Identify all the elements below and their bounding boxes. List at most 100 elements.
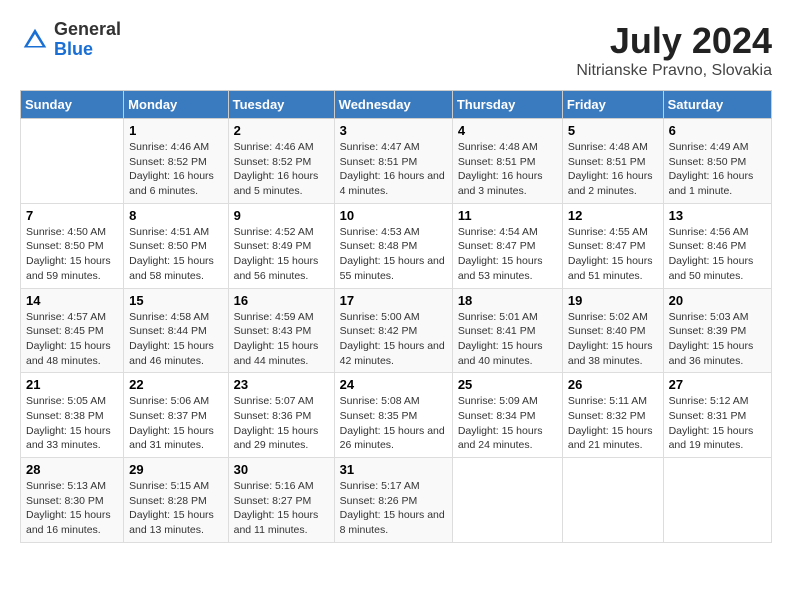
calendar-cell: 21 Sunrise: 5:05 AMSunset: 8:38 PMDayligh… — [21, 373, 124, 458]
day-number: 29 — [129, 462, 222, 477]
header-wednesday: Wednesday — [334, 91, 452, 119]
day-number: 28 — [26, 462, 118, 477]
day-number: 9 — [234, 208, 329, 223]
calendar-cell: 16 Sunrise: 4:59 AMSunset: 8:43 PMDayligh… — [228, 288, 334, 373]
logo: General Blue — [20, 20, 121, 60]
calendar-cell: 11 Sunrise: 4:54 AMSunset: 8:47 PMDayligh… — [452, 203, 562, 288]
day-detail: Sunrise: 5:00 AMSunset: 8:42 PMDaylight:… — [340, 310, 447, 369]
day-number: 30 — [234, 462, 329, 477]
day-detail: Sunrise: 4:54 AMSunset: 8:47 PMDaylight:… — [458, 225, 557, 284]
calendar-cell: 27Sunrise: 5:12 AMSunset: 8:31 PMDayligh… — [663, 373, 771, 458]
calendar-cell: 24Sunrise: 5:08 AMSunset: 8:35 PMDayligh… — [334, 373, 452, 458]
day-detail: Sunrise: 4:52 AMSunset: 8:49 PMDaylight:… — [234, 225, 329, 284]
header-tuesday: Tuesday — [228, 91, 334, 119]
header-saturday: Saturday — [663, 91, 771, 119]
day-number: 31 — [340, 462, 447, 477]
calendar-cell: 12 Sunrise: 4:55 AMSunset: 8:47 PMDayligh… — [562, 203, 663, 288]
day-number: 19 — [568, 293, 658, 308]
week-row-4: 21 Sunrise: 5:05 AMSunset: 8:38 PMDayligh… — [21, 373, 772, 458]
header-friday: Friday — [562, 91, 663, 119]
day-detail: Sunrise: 4:48 AMSunset: 8:51 PMDaylight:… — [568, 140, 658, 199]
calendar-cell: 2 Sunrise: 4:46 AMSunset: 8:52 PMDaylight… — [228, 119, 334, 204]
day-number: 5 — [568, 123, 658, 138]
page-header: General Blue July 2024 Nitrianske Pravno… — [20, 20, 772, 80]
day-number: 4 — [458, 123, 557, 138]
logo-general: General — [54, 19, 121, 39]
calendar-cell: 13Sunrise: 4:56 AMSunset: 8:46 PMDayligh… — [663, 203, 771, 288]
week-row-2: 7 Sunrise: 4:50 AMSunset: 8:50 PMDaylight… — [21, 203, 772, 288]
day-number: 22 — [129, 377, 222, 392]
calendar-cell: 14 Sunrise: 4:57 AMSunset: 8:45 PMDayligh… — [21, 288, 124, 373]
day-number: 14 — [26, 293, 118, 308]
calendar-subtitle: Nitrianske Pravno, Slovakia — [576, 62, 772, 80]
calendar-cell: 15 Sunrise: 4:58 AMSunset: 8:44 PMDayligh… — [124, 288, 228, 373]
day-detail: Sunrise: 4:50 AMSunset: 8:50 PMDaylight:… — [26, 225, 118, 284]
day-detail: Sunrise: 5:09 AMSunset: 8:34 PMDaylight:… — [458, 394, 557, 453]
day-number: 7 — [26, 208, 118, 223]
day-number: 20 — [669, 293, 766, 308]
day-detail: Sunrise: 5:11 AMSunset: 8:32 PMDaylight:… — [568, 394, 658, 453]
calendar-cell: 19Sunrise: 5:02 AMSunset: 8:40 PMDayligh… — [562, 288, 663, 373]
header-thursday: Thursday — [452, 91, 562, 119]
day-detail: Sunrise: 4:46 AMSunset: 8:52 PMDaylight:… — [129, 140, 222, 199]
day-number: 11 — [458, 208, 557, 223]
day-detail: Sunrise: 4:55 AMSunset: 8:47 PMDaylight:… — [568, 225, 658, 284]
day-detail: Sunrise: 4:48 AMSunset: 8:51 PMDaylight:… — [458, 140, 557, 199]
calendar-cell — [562, 458, 663, 543]
calendar-cell: 25 Sunrise: 5:09 AMSunset: 8:34 PMDayligh… — [452, 373, 562, 458]
header-monday: Monday — [124, 91, 228, 119]
day-number: 12 — [568, 208, 658, 223]
week-row-5: 28Sunrise: 5:13 AMSunset: 8:30 PMDayligh… — [21, 458, 772, 543]
day-number: 16 — [234, 293, 329, 308]
day-detail: Sunrise: 5:05 AMSunset: 8:38 PMDaylight:… — [26, 394, 118, 453]
day-number: 15 — [129, 293, 222, 308]
day-detail: Sunrise: 5:08 AMSunset: 8:35 PMDaylight:… — [340, 394, 447, 453]
day-number: 1 — [129, 123, 222, 138]
calendar-cell: 9 Sunrise: 4:52 AMSunset: 8:49 PMDaylight… — [228, 203, 334, 288]
title-block: July 2024 Nitrianske Pravno, Slovakia — [576, 20, 772, 80]
day-detail: Sunrise: 4:51 AMSunset: 8:50 PMDaylight:… — [129, 225, 222, 284]
day-detail: Sunrise: 5:01 AMSunset: 8:41 PMDaylight:… — [458, 310, 557, 369]
day-detail: Sunrise: 4:58 AMSunset: 8:44 PMDaylight:… — [129, 310, 222, 369]
calendar-cell — [663, 458, 771, 543]
day-detail: Sunrise: 4:57 AMSunset: 8:45 PMDaylight:… — [26, 310, 118, 369]
day-detail: Sunrise: 5:06 AMSunset: 8:37 PMDaylight:… — [129, 394, 222, 453]
calendar-cell: 1 Sunrise: 4:46 AMSunset: 8:52 PMDaylight… — [124, 119, 228, 204]
calendar-cell: 22 Sunrise: 5:06 AMSunset: 8:37 PMDayligh… — [124, 373, 228, 458]
day-detail: Sunrise: 5:16 AMSunset: 8:27 PMDaylight:… — [234, 479, 329, 538]
calendar-header-row: SundayMondayTuesdayWednesdayThursdayFrid… — [21, 91, 772, 119]
calendar-cell: 4 Sunrise: 4:48 AMSunset: 8:51 PMDaylight… — [452, 119, 562, 204]
calendar-cell: 17 Sunrise: 5:00 AMSunset: 8:42 PMDayligh… — [334, 288, 452, 373]
calendar-cell: 29Sunrise: 5:15 AMSunset: 8:28 PMDayligh… — [124, 458, 228, 543]
day-number: 17 — [340, 293, 447, 308]
calendar-cell — [452, 458, 562, 543]
logo-text: General Blue — [54, 20, 121, 60]
day-number: 21 — [26, 377, 118, 392]
calendar-cell: 5 Sunrise: 4:48 AMSunset: 8:51 PMDaylight… — [562, 119, 663, 204]
day-number: 26 — [568, 377, 658, 392]
day-detail: Sunrise: 4:49 AMSunset: 8:50 PMDaylight:… — [669, 140, 766, 199]
calendar-cell: 26 Sunrise: 5:11 AMSunset: 8:32 PMDayligh… — [562, 373, 663, 458]
week-row-1: 1 Sunrise: 4:46 AMSunset: 8:52 PMDaylight… — [21, 119, 772, 204]
calendar-cell: 23Sunrise: 5:07 AMSunset: 8:36 PMDayligh… — [228, 373, 334, 458]
day-detail: Sunrise: 4:59 AMSunset: 8:43 PMDaylight:… — [234, 310, 329, 369]
day-detail: Sunrise: 4:46 AMSunset: 8:52 PMDaylight:… — [234, 140, 329, 199]
calendar-cell: 28Sunrise: 5:13 AMSunset: 8:30 PMDayligh… — [21, 458, 124, 543]
day-number: 6 — [669, 123, 766, 138]
logo-icon — [20, 25, 50, 55]
day-detail: Sunrise: 4:47 AMSunset: 8:51 PMDaylight:… — [340, 140, 447, 199]
day-detail: Sunrise: 4:53 AMSunset: 8:48 PMDaylight:… — [340, 225, 447, 284]
day-detail: Sunrise: 4:56 AMSunset: 8:46 PMDaylight:… — [669, 225, 766, 284]
calendar-cell: 20Sunrise: 5:03 AMSunset: 8:39 PMDayligh… — [663, 288, 771, 373]
calendar-cell: 18Sunrise: 5:01 AMSunset: 8:41 PMDayligh… — [452, 288, 562, 373]
week-row-3: 14 Sunrise: 4:57 AMSunset: 8:45 PMDayligh… — [21, 288, 772, 373]
calendar-cell: 31Sunrise: 5:17 AMSunset: 8:26 PMDayligh… — [334, 458, 452, 543]
calendar-cell: 6 Sunrise: 4:49 AMSunset: 8:50 PMDaylight… — [663, 119, 771, 204]
day-number: 3 — [340, 123, 447, 138]
header-sunday: Sunday — [21, 91, 124, 119]
day-number: 2 — [234, 123, 329, 138]
calendar-cell: 7 Sunrise: 4:50 AMSunset: 8:50 PMDaylight… — [21, 203, 124, 288]
calendar-table: SundayMondayTuesdayWednesdayThursdayFrid… — [20, 90, 772, 543]
calendar-cell: 10Sunrise: 4:53 AMSunset: 8:48 PMDayligh… — [334, 203, 452, 288]
day-number: 25 — [458, 377, 557, 392]
